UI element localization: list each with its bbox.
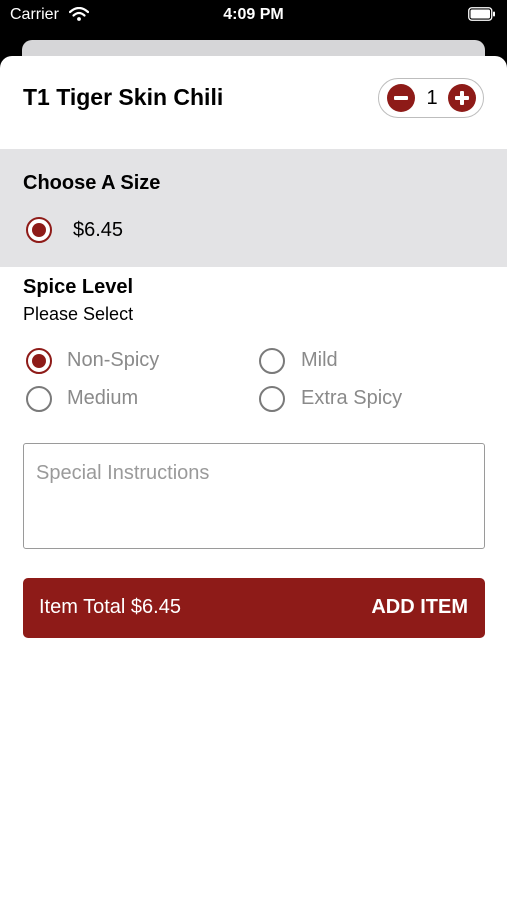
spice-option-extra-spicy-label[interactable]: Extra Spicy xyxy=(301,387,402,410)
size-section: Choose A Size $6.45 xyxy=(0,149,507,267)
spice-option-medium-label[interactable]: Medium xyxy=(67,387,138,410)
spice-option-extra-spicy-radio[interactable] xyxy=(259,386,285,412)
spice-level-subheading: Please Select xyxy=(23,304,134,324)
add-item-button[interactable]: Item Total $6.45 ADD ITEM xyxy=(23,578,485,638)
status-bar: Carrier 4:09 PM xyxy=(0,0,507,34)
quantity-value: 1 xyxy=(426,87,438,109)
battery-icon xyxy=(468,7,495,21)
item-title: T1 Tiger Skin Chili xyxy=(23,84,224,110)
quantity-stepper: 1 xyxy=(378,78,484,118)
add-item-label: ADD ITEM xyxy=(371,596,468,618)
spice-option-mild-label[interactable]: Mild xyxy=(301,349,338,372)
spice-option-mild-radio[interactable] xyxy=(259,348,285,374)
spice-option-medium-radio[interactable] xyxy=(26,386,52,412)
minus-circle-icon[interactable] xyxy=(387,84,415,112)
spice-option-non-spicy-radio[interactable] xyxy=(26,348,52,374)
item-total-label: Item Total $6.45 xyxy=(39,596,181,618)
item-sheet: T1 Tiger Skin Chili 1 Choose A Size $6.4… xyxy=(0,56,507,900)
plus-circle-icon[interactable] xyxy=(448,84,476,112)
special-instructions-field[interactable] xyxy=(23,443,485,549)
size-heading: Choose A Size xyxy=(23,172,161,194)
size-option-radio[interactable] xyxy=(26,217,52,243)
spice-option-non-spicy-label[interactable]: Non-Spicy xyxy=(67,349,159,372)
size-option-label[interactable]: $6.45 xyxy=(73,219,123,242)
spice-level-heading: Spice Level xyxy=(23,276,134,298)
clock-time: 4:09 PM xyxy=(223,6,284,23)
